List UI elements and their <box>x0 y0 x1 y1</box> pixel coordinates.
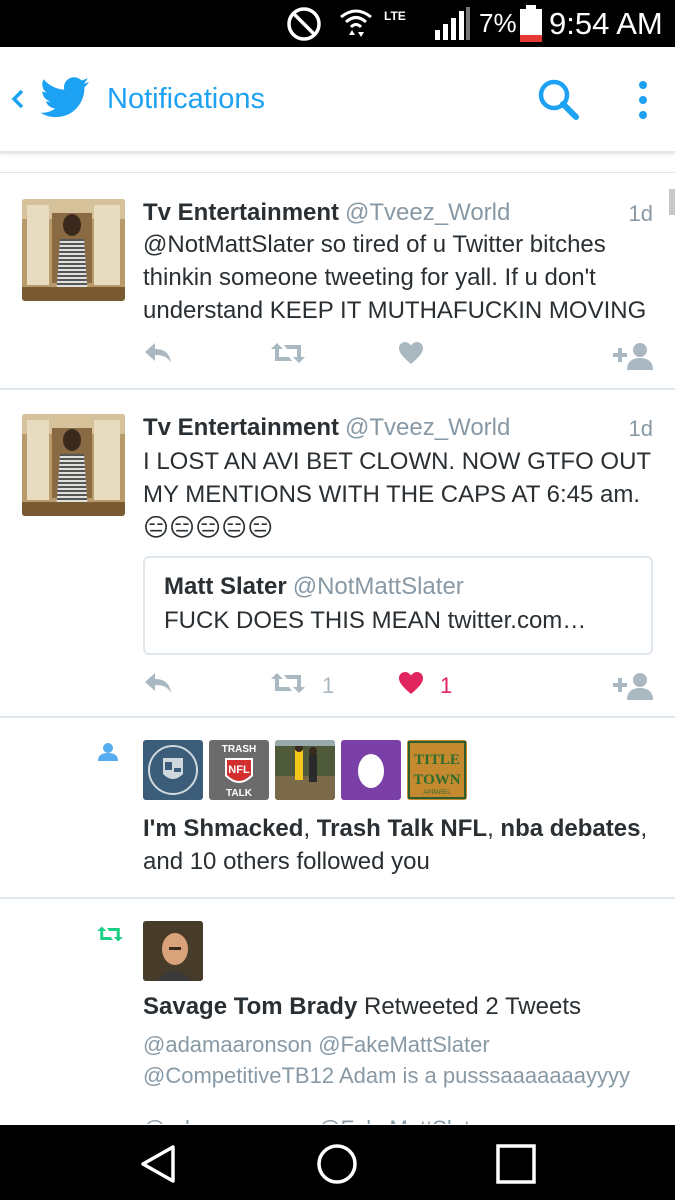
tweet-actions <box>143 341 658 371</box>
battery-icon <box>519 0 543 47</box>
separator: , <box>640 815 648 842</box>
tweet-author-name[interactable]: Tv Entertainment <box>143 414 339 441</box>
tweet-timestamp: 1d <box>628 416 653 441</box>
tweet-actions: 1 1 <box>143 671 658 701</box>
retweeted-text-line: @adamaaronson @FakeMattSlater <box>143 1113 490 1124</box>
follow-icon[interactable] <box>613 671 655 701</box>
follow-icon[interactable] <box>613 341 655 371</box>
avatar[interactable]: NFL TRASH TALK <box>209 740 269 800</box>
network-type: LTE <box>384 8 406 23</box>
svg-text:NFL: NFL <box>228 764 250 776</box>
app-bar: Notifications <box>0 47 675 153</box>
avatar[interactable] <box>341 740 401 800</box>
avatar[interactable]: TITLE TOWN APPAREL <box>407 740 467 800</box>
avatar[interactable] <box>143 740 203 800</box>
more-vert-icon[interactable] <box>630 77 656 123</box>
tweet-item[interactable]: Tv Entertainment @Tveez_World 1d I LOST A… <box>0 390 675 718</box>
back-triangle-icon[interactable] <box>129 1139 189 1189</box>
follower-name[interactable]: I'm Shmacked <box>143 815 303 842</box>
twitter-bird-icon <box>40 77 90 124</box>
person-icon <box>96 742 120 767</box>
tweet-emoji: 😑😑😑😑😑 <box>143 514 274 542</box>
quoted-author-name: Matt Slater <box>164 573 287 600</box>
tweet-author-handle[interactable]: @Tveez_World <box>345 414 510 441</box>
follow-text: I'm Shmacked, Trash Talk NFL, nba debate… <box>143 812 663 878</box>
tweet-text: @NotMattSlater so tired of u Twitter bit… <box>143 231 647 324</box>
wifi-icon <box>338 0 374 47</box>
like-button[interactable]: 1 <box>398 671 452 700</box>
retweet-count: 1 <box>322 672 335 698</box>
tweet-timestamp: 1d <box>628 201 653 226</box>
quoted-tweet-text: FUCK DOES THIS MEAN twitter.com… <box>164 607 587 634</box>
follower-name[interactable]: Trash Talk NFL <box>317 815 487 842</box>
follower-avatars: NFL TRASH TALK TITLE TOWN APPAREL <box>143 740 467 800</box>
retweet-icon <box>270 671 306 700</box>
avatar[interactable] <box>22 414 125 516</box>
retweeter-name[interactable]: Savage Tom Brady <box>143 993 357 1020</box>
tweet-author-name[interactable]: Tv Entertainment <box>143 199 339 226</box>
avatar[interactable] <box>143 921 203 981</box>
home-circle-icon[interactable] <box>307 1139 367 1189</box>
title-label: TITLE <box>414 752 460 768</box>
retweet-icon[interactable] <box>270 341 306 365</box>
heart-icon <box>398 671 424 700</box>
recents-square-icon[interactable] <box>486 1139 546 1189</box>
quoted-author-handle: @NotMattSlater <box>292 573 464 600</box>
status-bar: LTE 7% 9:54 AM <box>0 0 675 47</box>
page-title: Notifications <box>107 83 265 115</box>
retweet-icon <box>96 925 124 948</box>
follow-notification[interactable]: NFL TRASH TALK TITLE TOWN APPAREL I'm Shmack… <box>0 718 675 899</box>
trash-label: TRASH <box>222 744 256 755</box>
retweeted-text-line: @adamaaronson @FakeMattSlater <box>143 1032 490 1057</box>
retweeted-text-line: @CompetitiveTB12 Adam is a pusssaaaaaaay… <box>143 1063 631 1088</box>
retweet-notification[interactable]: Savage Tom Brady Retweeted 2 Tweets @ada… <box>0 899 675 1124</box>
separator: , <box>487 815 501 842</box>
tweet-item[interactable]: Tv Entertainment @Tveez_World 1d @NotMatt… <box>0 173 675 390</box>
talk-label: TALK <box>226 788 253 799</box>
avatar[interactable] <box>22 199 125 301</box>
retweet-button[interactable]: 1 <box>270 671 334 700</box>
follower-name[interactable]: nba debates <box>500 815 640 842</box>
like-count: 1 <box>440 672 453 698</box>
clock: 9:54 AM <box>549 5 663 41</box>
back-icon[interactable] <box>6 79 30 119</box>
reply-icon[interactable] <box>143 341 173 365</box>
like-icon[interactable] <box>398 341 424 365</box>
notifications-feed[interactable]: Tv Entertainment @Tveez_World 1d @NotMatt… <box>0 172 675 1124</box>
quoted-tweet[interactable]: Matt Slater @NotMattSlater FUCK DOES THIS… <box>143 556 653 655</box>
town-label: TOWN <box>413 772 460 788</box>
avatar[interactable] <box>275 740 335 800</box>
follow-summary: and 10 others followed you <box>143 848 430 875</box>
do-not-disturb-icon <box>286 0 322 47</box>
search-icon[interactable] <box>536 77 580 126</box>
system-nav-bar <box>0 1125 675 1200</box>
apparel-label: APPAREL <box>423 790 451 796</box>
reply-icon[interactable] <box>143 671 173 695</box>
tweet-author-handle[interactable]: @Tveez_World <box>345 199 510 226</box>
separator: , <box>303 815 317 842</box>
battery-percent: 7% <box>479 8 517 38</box>
signal-icon <box>433 0 471 47</box>
retweet-action: Retweeted 2 Tweets <box>357 993 581 1020</box>
tweet-text: I LOST AN AVI BET CLOWN. NOW GTFO OUT MY… <box>143 448 651 508</box>
